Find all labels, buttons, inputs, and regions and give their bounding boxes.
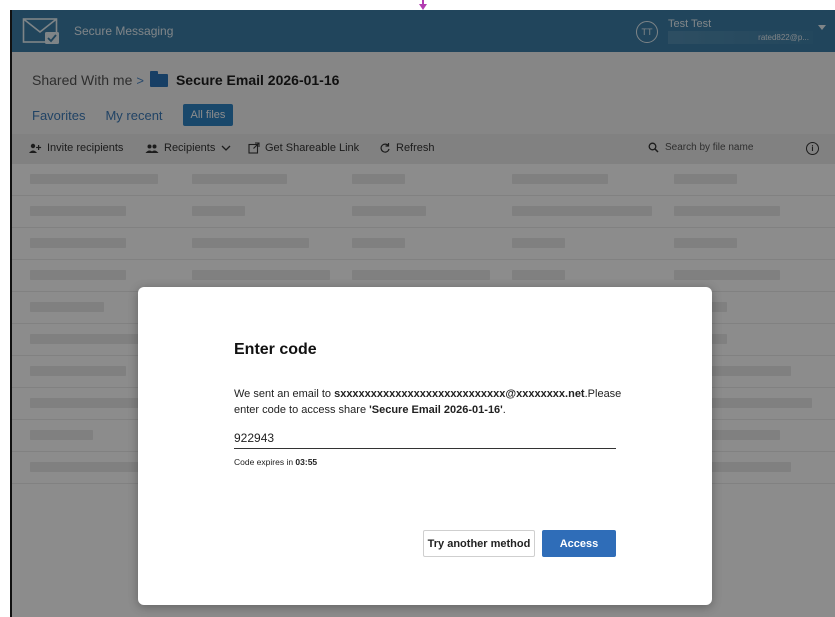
code-expiry: Code expires in 03:55 — [234, 457, 317, 467]
message-suffix: . — [502, 404, 506, 416]
share-name: 'Secure Email 2026-01-16' — [369, 404, 503, 416]
masked-email: sxxxxxxxxxxxxxxxxxxxxxxxxxxx@xxxxxxxx.ne… — [334, 388, 585, 400]
try-another-method-button[interactable]: Try another method — [423, 530, 535, 557]
message-prefix: We sent an email to — [234, 388, 335, 400]
expires-prefix: Code expires in — [234, 457, 296, 467]
dialog-message: We sent an email to sxxxxxxxxxxxxxxxxxxx… — [234, 386, 634, 418]
app-window: Secure Messaging TT Test Test rated822@p… — [10, 10, 835, 617]
dialog-title: Enter code — [234, 341, 317, 358]
top-marker — [418, 0, 428, 10]
code-input[interactable] — [234, 428, 616, 449]
access-button[interactable]: Access — [542, 530, 616, 557]
expires-time: 03:55 — [295, 457, 318, 467]
enter-code-dialog: Enter code We sent an email to sxxxxxxxx… — [138, 287, 712, 605]
